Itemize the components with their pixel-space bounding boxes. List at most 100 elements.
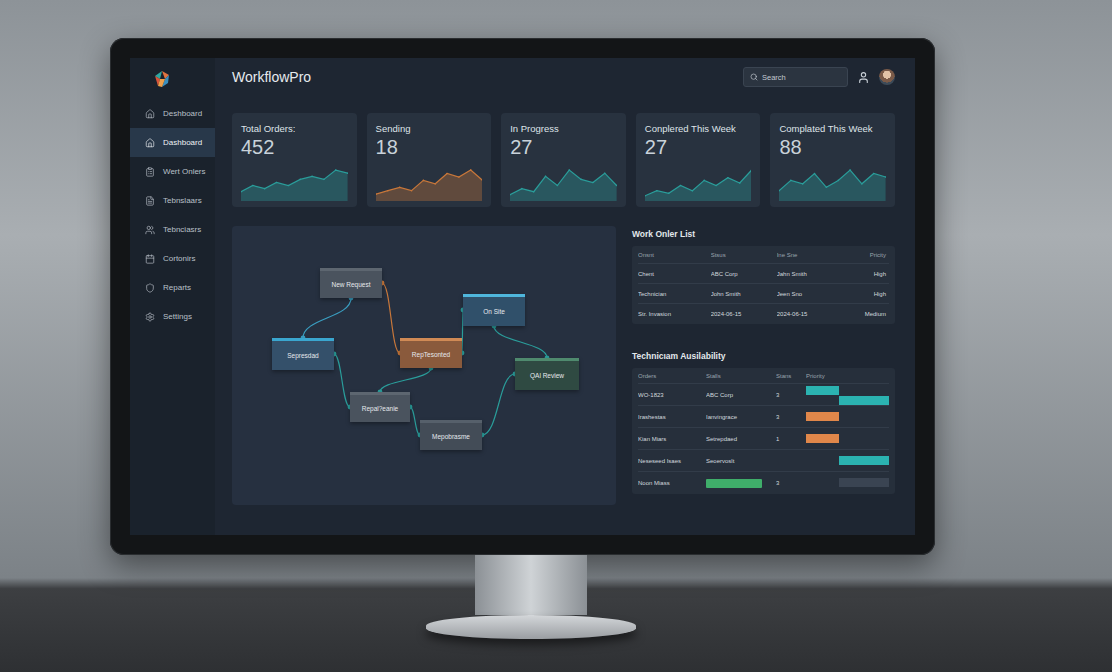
chart-point <box>311 175 313 177</box>
table-row[interactable]: IrashestasIanvingrace3 <box>638 406 889 428</box>
table-cell: 2024-06-15 <box>777 311 843 317</box>
logo[interactable] <box>130 58 215 99</box>
diagram-node[interactable]: RepTesonted <box>400 338 462 368</box>
chart-point <box>751 169 752 171</box>
stat-value: 18 <box>376 137 483 157</box>
chart-point <box>703 180 705 182</box>
table-row[interactable]: Str. Invasion2024-06-152024-06-15Medium <box>638 304 889 324</box>
chart-point <box>715 185 717 187</box>
table-row[interactable]: Noon Miass3 <box>638 472 889 494</box>
sidebar-item[interactable]: Tebnslaars <box>130 186 215 215</box>
main-content: WorkflowProSearchTotal Orders:452Sending… <box>215 58 915 535</box>
table-cell: Irashestas <box>638 414 706 420</box>
table-row[interactable]: ChentABC CorpJahn SmithHigh <box>638 264 889 284</box>
header-cell: Pricity <box>843 252 889 258</box>
user-icon[interactable] <box>857 71 870 84</box>
chart-point <box>645 195 646 197</box>
availability-bar[interactable] <box>839 456 889 465</box>
chart-point <box>276 182 278 184</box>
section-title: Work Onler List <box>632 226 895 246</box>
table-cell: Ianvingrace <box>706 414 776 420</box>
chart-point <box>422 180 424 182</box>
diagram-node[interactable]: New Request <box>320 268 382 298</box>
table-cell: Technician <box>638 291 711 297</box>
sidebar-item[interactable]: Reparts <box>130 273 215 302</box>
table-cell: Chent <box>638 271 711 277</box>
stat-card[interactable]: Total Orders:452 <box>232 113 357 207</box>
stat-value: 27 <box>510 137 617 157</box>
search-field[interactable]: Search <box>743 67 848 87</box>
monitor-base <box>426 615 636 639</box>
chart-point <box>533 191 535 193</box>
chart-point <box>521 188 523 190</box>
sparkline-chart <box>241 163 348 201</box>
sidebar-item-icon <box>145 254 155 264</box>
sidebar-item[interactable]: Dashboard <box>130 128 215 157</box>
chart-point <box>873 173 875 175</box>
stat-value: 27 <box>645 137 752 157</box>
chart-point <box>656 190 658 192</box>
chart-point <box>470 169 472 171</box>
diagram-node[interactable]: QAl Review <box>515 358 579 390</box>
header-cell: Orders <box>638 373 706 379</box>
stat-card[interactable]: In Progress 27 <box>501 113 626 207</box>
sidebar-item[interactable]: Wert Onlers <box>130 157 215 186</box>
stat-card[interactable]: Complated This Week88 <box>770 113 895 207</box>
sidebar-item[interactable]: Tebnciasrs <box>130 215 215 244</box>
sidebar-item-icon <box>145 283 155 293</box>
chart-point <box>691 190 693 192</box>
sidebar-item[interactable]: Deshboard <box>130 99 215 128</box>
stat-label: Sending <box>376 123 483 134</box>
sidebar-item[interactable]: Cortonirs <box>130 244 215 273</box>
chart-point <box>569 169 571 171</box>
diagram-node[interactable]: Repal?eanie <box>350 392 410 422</box>
availability-bar[interactable] <box>839 396 889 405</box>
diagram-node[interactable]: Sepresdad <box>272 338 334 370</box>
chart-point <box>335 169 337 171</box>
availability-bar[interactable] <box>806 386 839 395</box>
sparkline-chart <box>645 163 752 201</box>
stat-card[interactable]: Sending 18 <box>367 113 492 207</box>
avatar[interactable] <box>879 69 895 85</box>
stat-label: In Progress <box>510 123 617 134</box>
stat-cards: Total Orders:452Sending18In Progress27Co… <box>232 113 895 207</box>
stat-card[interactable]: Conplered This Week27 <box>636 113 761 207</box>
diagram-node[interactable]: Mepobrasme <box>420 420 482 450</box>
table-cell: Seoervoslt <box>706 458 776 464</box>
chart-point <box>826 186 828 188</box>
diagram-node[interactable]: On Site <box>463 294 525 326</box>
table-row[interactable]: Kian MiarsSetrepdaed1 <box>638 428 889 450</box>
table-row[interactable]: WO-1823ABC Corp3 <box>638 384 889 406</box>
availability-bar[interactable] <box>806 412 839 421</box>
chart-point <box>739 182 741 184</box>
table-header: OnsntStsusIne SnePricity <box>638 246 889 264</box>
monitor-stand <box>475 555 587 615</box>
chart-point <box>264 188 266 190</box>
chart-point <box>299 179 301 181</box>
table-cell: 3 <box>776 414 806 420</box>
sidebar-item-icon <box>145 109 155 119</box>
table-cell: Jahn Smith <box>777 271 843 277</box>
chart-point <box>481 180 482 182</box>
chart-point <box>347 172 348 174</box>
table-cell: Medium <box>843 311 889 317</box>
chart-point <box>838 180 840 182</box>
availability-track <box>806 429 889 449</box>
availability-bar[interactable] <box>806 434 839 443</box>
sidebar-item-icon <box>145 138 155 148</box>
sidebar-item[interactable]: Settings <box>130 302 215 331</box>
header-cell: Stsus <box>711 252 777 258</box>
chart-point <box>802 183 804 185</box>
sidebar-item-icon <box>145 196 155 206</box>
table-cell: High <box>843 291 889 297</box>
side-panels: Work Onler ListOnsntStsusIne SnePricityC… <box>632 226 895 505</box>
chart-point <box>814 173 816 175</box>
table-cell: WO-1823 <box>638 392 706 398</box>
availability-bar[interactable] <box>839 478 889 487</box>
header-cell: Onsnt <box>638 252 711 258</box>
table-row[interactable]: TechnicianJohn SmithJeen SnoHigh <box>638 284 889 304</box>
chart-point <box>434 183 436 185</box>
table-row[interactable]: Neseseed IsaesSeoervoslt <box>638 450 889 472</box>
chart-point <box>861 183 863 185</box>
table-cell: 3 <box>776 480 806 486</box>
